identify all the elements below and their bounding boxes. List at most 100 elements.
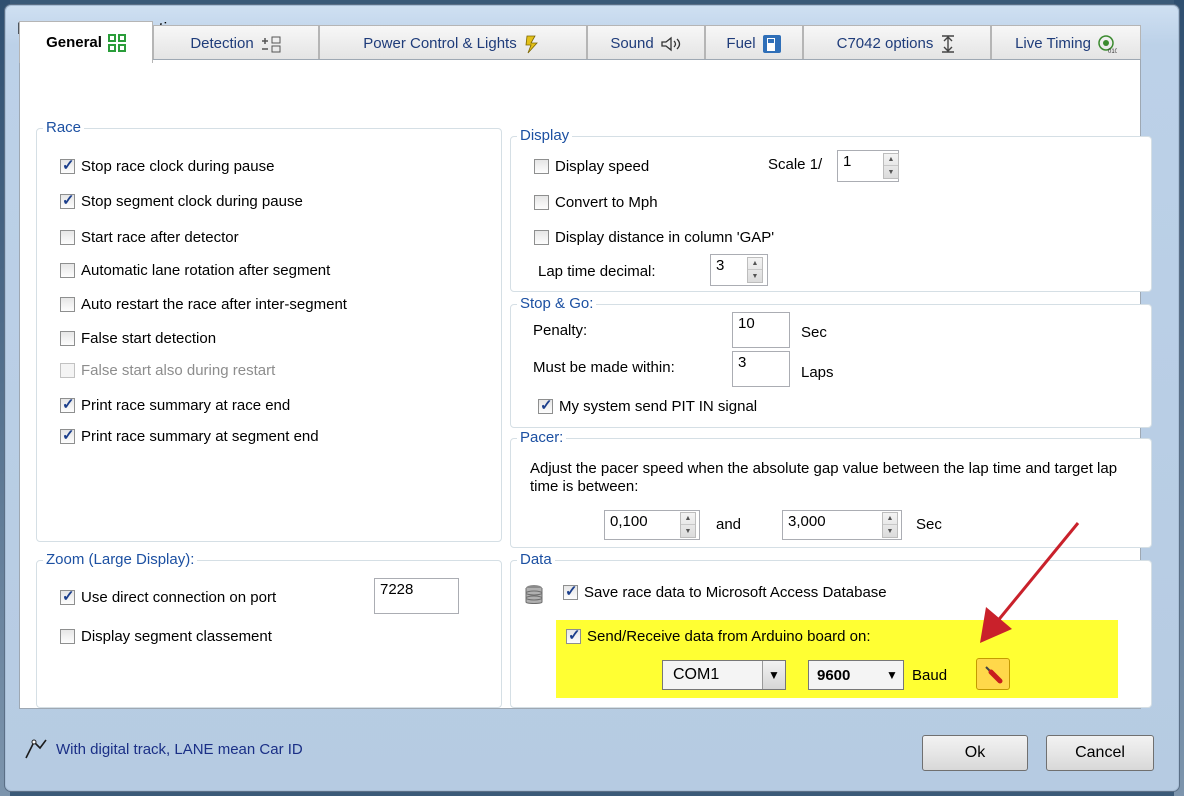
checkbox-box <box>60 363 75 378</box>
ok-button[interactable]: Ok <box>922 735 1028 771</box>
race-option-label: False start detection <box>81 330 217 347</box>
fuel-icon <box>762 34 781 53</box>
spin-up-icon[interactable]: ▲ <box>748 258 762 270</box>
display-speed-label: Display speed <box>555 158 650 175</box>
spin-down-icon[interactable]: ▼ <box>681 525 695 537</box>
tab-c7042-label: C7042 options <box>836 35 934 52</box>
race-option-checkbox[interactable]: Auto restart the race after inter-segmen… <box>60 296 347 313</box>
tab-sound-label: Sound <box>610 35 654 52</box>
tab-general[interactable]: General <box>19 21 153 63</box>
access-database-label: Save race data to Microsoft Access Datab… <box>584 584 887 601</box>
stop-and-go-title: Stop & Go: <box>517 295 597 312</box>
tab-fuel[interactable]: Fuel <box>705 25 803 61</box>
checkbox-box[interactable] <box>60 331 75 346</box>
and-label: and <box>716 516 742 533</box>
checkbox-box[interactable] <box>538 396 553 414</box>
display-distance-label: Display distance in column 'GAP' <box>555 229 775 246</box>
lap-decimal-value: 3 <box>716 257 725 274</box>
spin-up-icon[interactable]: ▲ <box>681 513 695 525</box>
sound-icon <box>661 36 680 51</box>
race-option-checkbox[interactable]: Stop segment clock during pause <box>60 191 303 210</box>
lap-decimal-label: Lap time decimal: <box>538 263 656 280</box>
port-input[interactable]: 7228 <box>374 578 459 614</box>
penalty-input[interactable]: 10 <box>732 312 790 348</box>
tab-fuel-label: Fuel <box>726 35 756 52</box>
pacer-title: Pacer: <box>517 429 567 446</box>
configure-arduino-button[interactable] <box>976 658 1010 690</box>
lightning-icon <box>525 35 538 53</box>
pit-in-checkbox[interactable]: My system send PIT IN signal <box>538 396 757 415</box>
cancel-button[interactable]: Cancel <box>1046 735 1154 771</box>
chevron-down-icon[interactable]: ▼ <box>881 661 903 689</box>
tab-sound[interactable]: Sound <box>587 25 705 61</box>
tab-power-label: Power Control & Lights <box>363 35 517 52</box>
checkbox-box[interactable] <box>60 587 75 605</box>
segment-classement-label: Display segment classement <box>81 628 272 645</box>
scale-spinner[interactable]: ▲ ▼ <box>883 153 899 179</box>
checkbox-box[interactable] <box>60 297 75 312</box>
spin-down-icon[interactable]: ▼ <box>883 525 897 537</box>
lap-decimal-spinner[interactable]: ▲ ▼ <box>747 257 763 283</box>
checkbox-box[interactable] <box>534 230 549 245</box>
within-unit: Laps <box>801 364 834 381</box>
checkbox-box[interactable] <box>563 582 578 600</box>
display-speed-checkbox[interactable]: Display speed <box>534 158 649 175</box>
race-option-checkbox[interactable]: False start detection <box>60 330 216 347</box>
checkbox-box[interactable] <box>60 426 75 444</box>
within-label: Must be made within: <box>533 359 675 376</box>
com-port-select[interactable]: COM1 ▼ <box>662 660 786 690</box>
live-timing-icon: 010 <box>1098 34 1117 54</box>
spin-up-icon[interactable]: ▲ <box>883 513 897 525</box>
c7042-icon <box>942 34 955 53</box>
checkbox-box[interactable] <box>534 159 549 174</box>
race-option-checkbox[interactable]: Automatic lane rotation after segment <box>60 262 330 279</box>
pacer-max-value: 3,000 <box>788 513 826 530</box>
spin-down-icon[interactable]: ▼ <box>884 166 898 178</box>
race-option-checkbox[interactable]: Stop race clock during pause <box>60 156 274 175</box>
display-distance-checkbox[interactable]: Display distance in column 'GAP' <box>534 229 774 246</box>
checkbox-box[interactable] <box>60 191 75 209</box>
tab-live-timing-label: Live Timing <box>1015 35 1091 52</box>
race-option-label: Start race after detector <box>81 229 239 246</box>
checkbox-box[interactable] <box>566 626 581 644</box>
database-icon <box>525 585 543 604</box>
race-option-checkbox[interactable]: Print race summary at segment end <box>60 426 319 445</box>
pacer-max-spinner[interactable]: ▲ ▼ <box>882 512 898 538</box>
chevron-down-icon[interactable]: ▼ <box>762 661 785 689</box>
baud-select[interactable]: 9600 ▼ <box>808 660 904 690</box>
race-group-title: Race <box>43 119 85 136</box>
tab-c7042-options[interactable]: C7042 options <box>803 25 991 61</box>
pacer-min-spinner[interactable]: ▲ ▼ <box>680 512 696 538</box>
tab-live-timing[interactable]: Live Timing 010 <box>991 25 1141 61</box>
checkbox-box[interactable] <box>60 629 75 644</box>
race-option-checkbox[interactable]: Print race summary at race end <box>60 395 291 414</box>
spin-down-icon[interactable]: ▼ <box>748 270 762 282</box>
spin-up-icon[interactable]: ▲ <box>884 154 898 166</box>
detection-icon <box>261 36 281 52</box>
checkbox-box[interactable] <box>60 395 75 413</box>
tab-detection-label: Detection <box>190 35 254 52</box>
convert-mph-label: Convert to Mph <box>555 194 658 211</box>
segment-classement-checkbox[interactable]: Display segment classement <box>60 628 272 645</box>
convert-mph-checkbox[interactable]: Convert to Mph <box>534 194 658 211</box>
checkbox-box[interactable] <box>60 156 75 174</box>
data-group-title: Data <box>517 551 555 568</box>
tab-detection[interactable]: Detection <box>153 25 319 61</box>
tab-power-control[interactable]: Power Control & Lights <box>319 25 587 61</box>
screwdriver-icon <box>985 666 1003 684</box>
checkbox-box[interactable] <box>60 263 75 278</box>
checkbox-box[interactable] <box>534 195 549 210</box>
within-input[interactable]: 3 <box>732 351 790 387</box>
race-option-checkbox[interactable]: Start race after detector <box>60 229 239 246</box>
display-group-title: Display <box>517 127 573 144</box>
pacer-unit: Sec <box>916 516 942 533</box>
status-text: With digital track, LANE mean Car ID <box>56 740 303 758</box>
digital-track-icon <box>25 739 47 759</box>
access-database-checkbox[interactable]: Save race data to Microsoft Access Datab… <box>563 582 887 601</box>
race-option-label: Automatic lane rotation after segment <box>81 262 331 279</box>
checkbox-box[interactable] <box>60 230 75 245</box>
arduino-checkbox[interactable]: Send/Receive data from Arduino board on: <box>566 626 871 645</box>
race-option-label: Print race summary at race end <box>81 397 291 414</box>
direct-connection-checkbox[interactable]: Use direct connection on port <box>60 587 276 606</box>
race-option-label: Print race summary at segment end <box>81 428 319 445</box>
